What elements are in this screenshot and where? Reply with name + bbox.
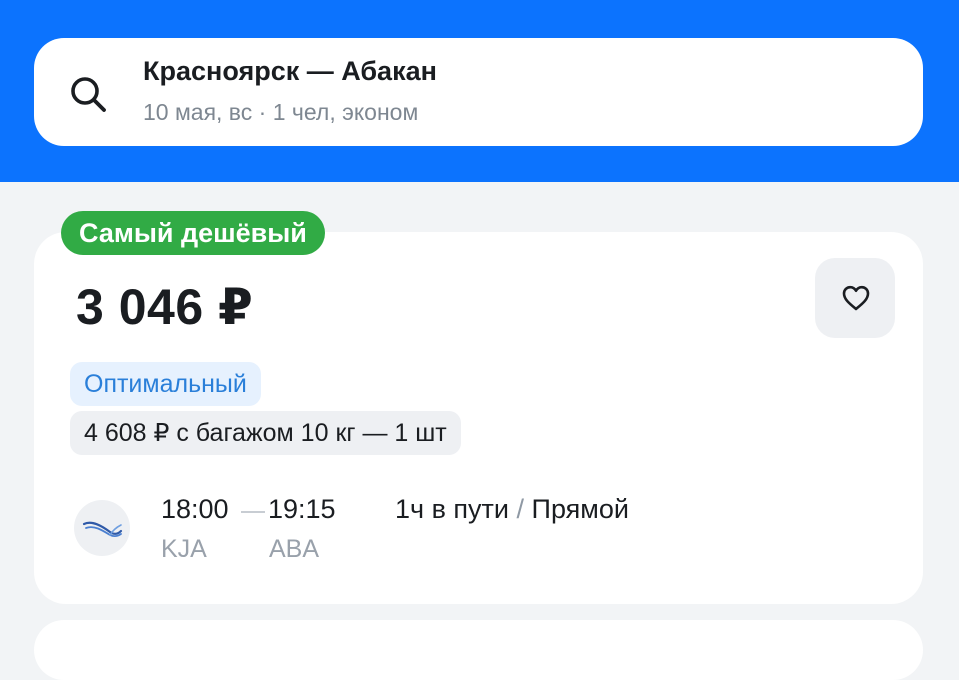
airline-logo [74, 500, 130, 556]
flight-type: Прямой [531, 494, 629, 524]
departure-time: 18:00 [161, 494, 229, 524]
arrival-airport: ABA [269, 535, 320, 563]
search-details[interactable]: 10 мая, вс · 1 чел, эконом [143, 99, 418, 126]
favorite-button[interactable] [815, 258, 895, 338]
airline-wave-icon [82, 521, 123, 537]
flight-duration: 1ч в пути [395, 494, 509, 524]
time-separator [241, 511, 265, 513]
search-box[interactable] [34, 38, 923, 146]
search-icon[interactable] [66, 72, 110, 116]
cheapest-badge: Самый дешёвый [61, 211, 325, 255]
ticket-price: 3 046 ₽ [76, 279, 254, 335]
heart-icon [842, 285, 870, 311]
baggage-option[interactable]: 4 608 ₽ с багажом 10 кг — 1 шт [70, 411, 461, 455]
arrival-time: 19:15 [268, 494, 336, 524]
search-route[interactable]: Красноярск — Абакан [143, 56, 437, 87]
tariff-badge[interactable]: Оптимальный [70, 362, 261, 406]
flight-info: 1ч в пути / Прямой [395, 494, 629, 525]
departure-airport: KJA [161, 535, 207, 563]
flight-info-separator: / [516, 494, 525, 524]
ticket-card-next[interactable] [34, 620, 923, 680]
